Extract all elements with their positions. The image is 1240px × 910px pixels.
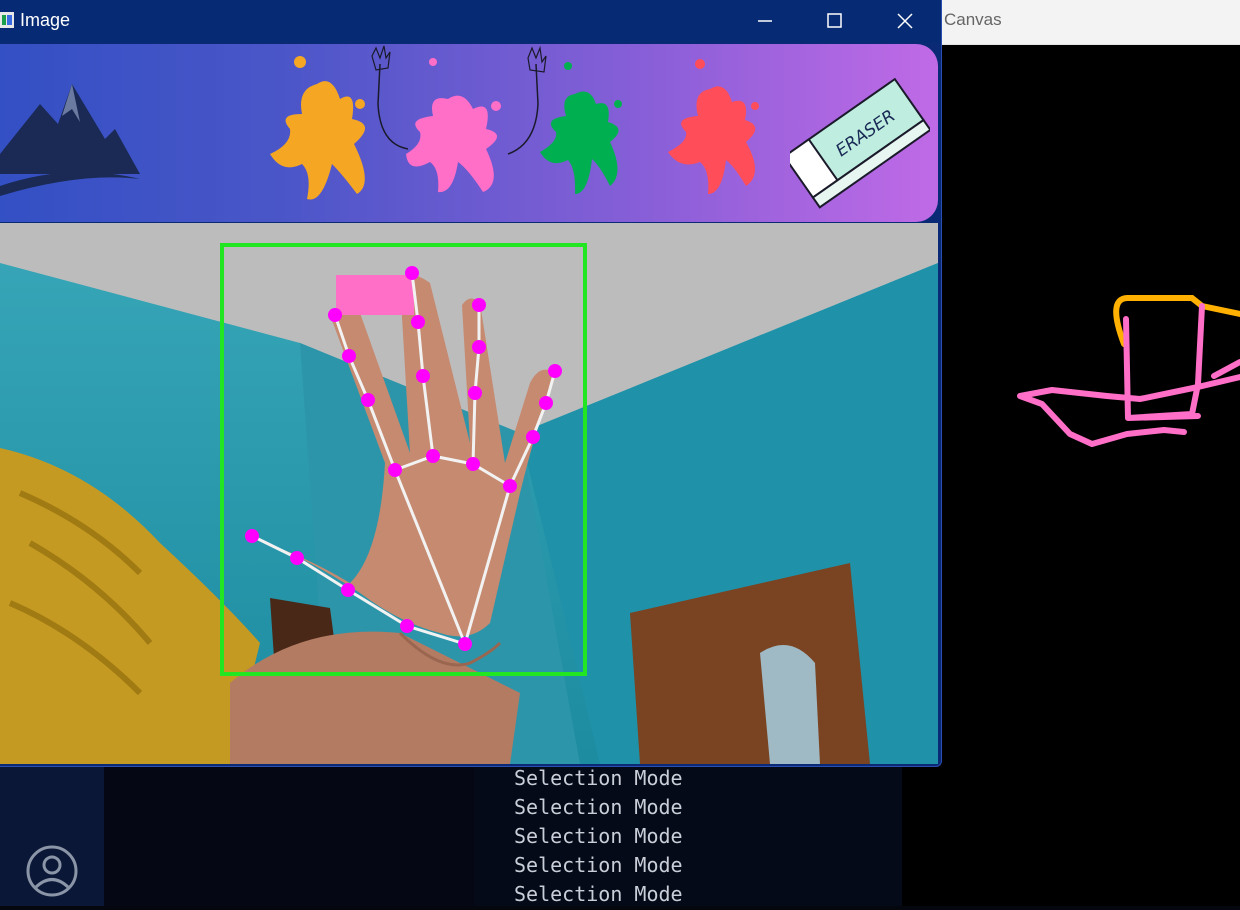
minimize-icon	[758, 20, 772, 22]
minimize-button[interactable]	[730, 0, 800, 43]
paint-splash-icon	[270, 56, 366, 200]
image-window[interactable]: Image ERASER	[0, 0, 942, 767]
paint-splash-icon	[668, 59, 759, 194]
yellow-color-button[interactable]	[262, 44, 382, 222]
eraser-button[interactable]: ERASER	[782, 44, 932, 222]
color-toolbar: ERASER	[0, 44, 938, 222]
yellow-stroke	[1113, 295, 1240, 347]
paint-splash-icon	[371, 45, 547, 193]
maximize-icon	[827, 13, 842, 28]
drawing-canvas[interactable]	[902, 44, 1240, 906]
eraser-icon: ERASER	[782, 77, 932, 209]
maximize-button[interactable]	[800, 0, 870, 43]
green-color-button[interactable]	[530, 44, 640, 222]
window-title: Image	[20, 10, 71, 30]
account-icon[interactable]	[25, 844, 79, 898]
pink-color-button[interactable]	[368, 44, 548, 222]
canvas-title: Canvas	[944, 10, 1002, 29]
terminal-line: Selection Mode	[514, 766, 683, 790]
pink-stroke	[1017, 303, 1240, 447]
close-icon	[897, 13, 913, 29]
editor-area	[104, 764, 474, 906]
canvas-window[interactable]: Canvas	[902, 0, 1240, 906]
app-icon	[0, 12, 14, 28]
image-titlebar[interactable]: Image	[0, 0, 941, 43]
terminal-line: Selection Mode	[514, 853, 683, 877]
terminal-panel: Selection Mode Selection Mode Selection …	[474, 764, 902, 906]
selection-indicator	[336, 275, 414, 315]
terminal-line: Selection Mode	[514, 795, 683, 819]
red-color-button[interactable]	[660, 44, 780, 222]
mountain-logo-icon	[0, 44, 150, 222]
terminal-line: Selection Mode	[514, 882, 683, 906]
paint-splash-icon	[540, 62, 622, 194]
close-button[interactable]	[870, 0, 940, 43]
canvas-titlebar[interactable]: Canvas	[902, 0, 1240, 45]
terminal-line: Selection Mode	[514, 824, 683, 848]
camera-feed	[0, 223, 938, 764]
